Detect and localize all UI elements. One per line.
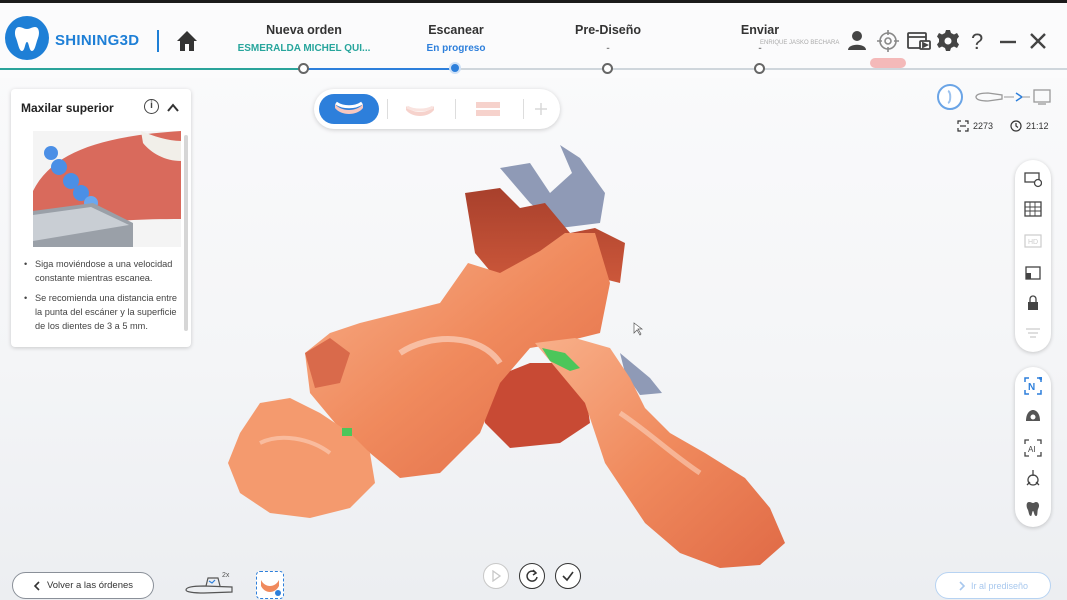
- close-icon[interactable]: [1028, 29, 1052, 53]
- divider: [157, 30, 159, 52]
- tab-divider: [387, 99, 388, 119]
- align-icon[interactable]: [1024, 469, 1042, 487]
- tip-multiplier: 2x: [222, 572, 230, 579]
- clock-icon: [1010, 120, 1022, 132]
- frame-counter: 2273: [957, 120, 993, 132]
- confirm-button[interactable]: [555, 563, 581, 589]
- chevron-right-icon: [959, 580, 966, 591]
- step-dot-active: [449, 62, 461, 74]
- step-status: -: [606, 43, 610, 54]
- scan-3d-viewport[interactable]: [200, 133, 1000, 573]
- refresh-icon: [526, 569, 538, 582]
- info-icon[interactable]: i: [144, 99, 159, 114]
- user-icon[interactable]: [846, 29, 870, 53]
- scan-settings-icon[interactable]: [1024, 170, 1043, 188]
- step-new-order[interactable]: Nueva orden ESMERALDA MICHEL QUI...: [224, 23, 384, 54]
- step-patient: ESMERALDA MICHEL QUI...: [237, 43, 371, 54]
- step-title: Pre-Diseño: [575, 23, 641, 37]
- go-to-predesign-button[interactable]: Ir al prediseño: [935, 572, 1051, 599]
- ai-icon[interactable]: AI: [1024, 439, 1042, 457]
- help-icon[interactable]: ?: [968, 29, 992, 54]
- scanner-tip-icon[interactable]: [184, 572, 240, 598]
- gear-icon[interactable]: [936, 29, 960, 53]
- tab-upper-jaw[interactable]: [319, 94, 379, 124]
- play-button[interactable]: [483, 563, 509, 589]
- chevron-left-icon: [33, 580, 40, 591]
- scanner-connection-icon: [974, 89, 1054, 105]
- trim-icon[interactable]: [1024, 324, 1042, 342]
- texture-icon[interactable]: [1024, 200, 1042, 218]
- record-icon[interactable]: [906, 29, 931, 53]
- tab-divider: [523, 99, 524, 119]
- svg-text:?: ?: [971, 29, 983, 53]
- lock-icon[interactable]: [1024, 294, 1042, 312]
- hd-icon[interactable]: HD: [1024, 232, 1042, 250]
- edit-toolbar: N AI: [1015, 367, 1051, 527]
- scan-timer: 21:12: [1010, 120, 1049, 132]
- svg-text:N: N: [1028, 382, 1035, 393]
- step-title: Escanear: [428, 23, 484, 37]
- step-status: En progreso: [426, 43, 486, 54]
- minimize-icon[interactable]: [998, 29, 1022, 53]
- operator-name: ENRIQUE JASKO BECHARA: [760, 40, 840, 46]
- step-predesign[interactable]: Pre-Diseño -: [528, 23, 688, 54]
- home-icon[interactable]: [174, 28, 200, 54]
- frame-count: 2273: [973, 121, 994, 131]
- svg-text:AI: AI: [1028, 445, 1036, 454]
- back-label: Volver a las órdenes: [46, 580, 134, 591]
- step-scan[interactable]: Escanear En progreso: [376, 23, 536, 54]
- guide-tips: Siga moviéndose a una velocidad constant…: [19, 257, 185, 339]
- guide-tip: Se recomienda una distancia entre la pun…: [19, 291, 185, 333]
- jaw-preview-thumbnail[interactable]: [256, 571, 284, 599]
- frame-icon: [957, 120, 969, 132]
- guide-title: Maxilar superior: [21, 101, 114, 115]
- view-toolbar: HD: [1015, 160, 1051, 352]
- tooth-icon[interactable]: [1024, 499, 1042, 517]
- guide-tip: Siga moviéndose a una velocidad constant…: [19, 257, 185, 285]
- step-title: Nueva orden: [266, 23, 342, 37]
- tooth-region-icon[interactable]: [1024, 407, 1042, 425]
- back-to-orders-button[interactable]: Volver a las órdenes: [12, 572, 154, 599]
- guide-panel: Maxilar superior i Siga moviéndose a una…: [11, 89, 191, 347]
- chevron-up-icon[interactable]: [167, 101, 179, 113]
- voice-icon[interactable]: [937, 84, 963, 110]
- step-title: Enviar: [740, 23, 780, 37]
- brand-name: SHINING3D: [55, 32, 140, 49]
- next-label: Ir al prediseño: [970, 580, 1029, 591]
- jaw-tabs: [314, 89, 560, 129]
- record-indicator: [870, 58, 906, 68]
- play-icon: [492, 570, 502, 582]
- step-dot: [754, 63, 765, 74]
- crop-icon[interactable]: [1024, 264, 1042, 282]
- step-dot: [298, 63, 309, 74]
- logo-icon: [5, 16, 49, 60]
- svg-text:HD: HD: [1028, 239, 1038, 246]
- tab-lower-jaw[interactable]: [390, 94, 450, 124]
- target-icon[interactable]: [876, 29, 900, 53]
- add-tab-icon[interactable]: [526, 94, 556, 124]
- timer-value: 21:12: [1026, 121, 1049, 131]
- scan-guide-illustration: [33, 131, 181, 247]
- step-send[interactable]: Enviar -: [680, 23, 840, 54]
- check-icon: [562, 571, 574, 582]
- refresh-button[interactable]: [519, 563, 545, 589]
- progress-active: [305, 68, 455, 70]
- tab-divider: [455, 99, 456, 119]
- auto-scan-icon[interactable]: N: [1024, 376, 1043, 395]
- tab-bite[interactable]: [458, 94, 518, 124]
- step-dot: [602, 63, 613, 74]
- scanner-app: SHINING3D Nueva orden ESMERALDA MICHEL Q…: [0, 0, 1067, 600]
